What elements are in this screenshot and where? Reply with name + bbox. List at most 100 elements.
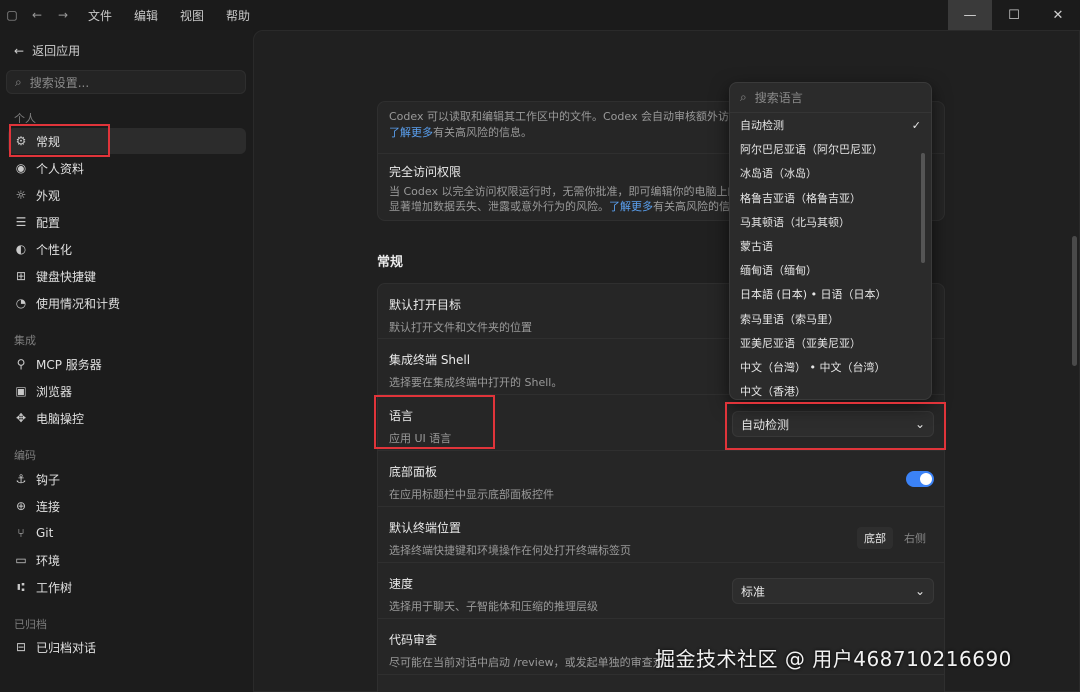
speed-select[interactable]: 标准 ⌄ (732, 578, 934, 604)
archive-icon: ⊟ (15, 640, 27, 654)
chevron-down-icon: ⌄ (914, 584, 925, 598)
language-option[interactable]: 自动检测 ✓ (730, 113, 931, 137)
language-option[interactable]: 格鲁吉亚语（格鲁吉亚） (730, 186, 931, 210)
forward-arrow-icon[interactable]: → (50, 0, 76, 30)
language-option[interactable]: 索马里语（索马里） (730, 307, 931, 331)
bottom-panel-toggle[interactable] (906, 471, 934, 487)
back-label: 返回应用 (32, 44, 81, 58)
sidebar-item-label: 电脑操控 (36, 411, 85, 426)
search-icon: ⌕ (740, 90, 747, 104)
section-archived: 已归档 (14, 618, 47, 631)
learn-more-link[interactable]: 了解更多 (389, 126, 433, 139)
plug-icon: ⚲ (16, 357, 26, 371)
section-general-title: 常规 (377, 255, 404, 270)
sidebar-item-label: 个性化 (36, 242, 73, 257)
main-scrollbar[interactable] (1072, 236, 1077, 366)
globe-icon: ⊕ (15, 499, 27, 513)
language-option[interactable]: 马其顿语（北马其顿） (730, 210, 931, 234)
sidebar-item-connections[interactable]: ⊕ 连接 (8, 493, 246, 519)
sidebar-item-label: 钩子 (36, 472, 61, 487)
setting-title: 底部面板 (389, 465, 438, 479)
language-option[interactable]: 冰岛语（冰岛） (730, 161, 931, 185)
sidebar-item-mcp[interactable]: ⚲ MCP 服务器 (8, 351, 246, 377)
search-placeholder: 搜索设置... (29, 75, 90, 90)
cursor-icon: ✥ (15, 411, 27, 425)
sidebar-item-label: Git (36, 526, 54, 540)
keyboard-icon: ⊞ (15, 269, 27, 283)
language-option[interactable]: 缅甸语（缅甸） (730, 258, 931, 282)
person-icon: ◉ (15, 161, 27, 175)
sidebar-item-general[interactable]: ⚙ 常规 (8, 128, 246, 154)
check-icon: ✓ (911, 118, 921, 132)
sidebar-item-browser[interactable]: ▣ 浏览器 (8, 378, 246, 404)
window-controls: — ☐ ✕ (948, 0, 1080, 30)
sidebar-item-computer-use[interactable]: ✥ 电脑操控 (8, 405, 246, 431)
language-option[interactable]: 蒙古语 (730, 234, 931, 258)
speed-select-value: 标准 (741, 584, 766, 599)
menu-view[interactable]: 视图 (180, 7, 204, 24)
sidebar-item-label: 外观 (36, 188, 61, 203)
maximize-icon[interactable]: ☐ (992, 0, 1036, 30)
title-bar: ▢ ← → 文件 编辑 视图 帮助 — ☐ ✕ (0, 0, 1080, 30)
sidebar-item-label: 连接 (36, 499, 61, 514)
option-right[interactable]: 右侧 (897, 527, 933, 549)
settings-panel: Codex 可以读取和编辑其工作区中的文件。Codex 会自动审核额外访问 了解… (253, 30, 1080, 692)
section-personal: 个人 (14, 112, 36, 125)
language-option[interactable]: 亚美尼亚语（亚美尼亚） (730, 331, 931, 355)
sidebar-item-environment[interactable]: ▭ 环境 (8, 547, 246, 573)
sidebar-item-shortcuts[interactable]: ⊞ 键盘快捷键 (8, 263, 246, 289)
close-icon[interactable]: ✕ (1036, 0, 1080, 30)
setting-desc: 在应用标题栏中显示底部面板控件 (389, 488, 554, 501)
menu-help[interactable]: 帮助 (226, 7, 250, 24)
learn-more-link[interactable]: 了解更多 (609, 200, 653, 213)
menu-edit[interactable]: 编辑 (134, 7, 158, 24)
terminal-icon: ▭ (15, 553, 27, 567)
language-option[interactable]: 阿尔巴尼亚语（阿尔巴尼亚） (730, 137, 931, 161)
sidebar-item-archived-chats[interactable]: ⊟ 已归档对话 (8, 634, 246, 660)
back-to-app-link[interactable]: ← 返回应用 (14, 42, 80, 59)
language-option[interactable]: 中文（台灣） • 中文（台湾） (730, 355, 931, 379)
language-select[interactable]: 自动检测 ⌄ (732, 411, 934, 437)
git-icon: ⑂ (17, 526, 25, 540)
tree-icon: ⑆ (17, 580, 25, 594)
main-content: Codex 可以读取和编辑其工作区中的文件。Codex 会自动审核额外访问 了解… (253, 30, 1080, 692)
palette-icon: ◐ (15, 242, 27, 256)
terminal-position-segmented: 底部 右侧 (857, 527, 933, 549)
chevron-down-icon: ⌄ (914, 417, 925, 431)
sidebar-toggle-icon[interactable]: ▢ (0, 0, 24, 30)
sidebar-item-label: 工作树 (36, 580, 73, 595)
sidebar-item-label: 键盘快捷键 (36, 269, 97, 284)
sidebar-item-git[interactable]: ⑂ Git (8, 520, 246, 546)
gear-icon: ⚙ (15, 134, 27, 148)
language-select-value: 自动检测 (741, 417, 790, 432)
sidebar-item-label: 个人资料 (36, 161, 85, 176)
sidebar-item-label: 浏览器 (36, 384, 73, 399)
watermark: 掘金技术社区 @ 用户4687102166​90 (655, 647, 1012, 671)
sidebar-item-hooks[interactable]: ⚓ 钩子 (8, 466, 246, 492)
sidebar-item-label: 配置 (36, 215, 61, 230)
back-arrow-icon[interactable]: ← (24, 0, 50, 30)
menu-file[interactable]: 文件 (88, 7, 112, 24)
sidebar-item-config[interactable]: ☰ 配置 (8, 209, 246, 235)
sidebar-item-appearance[interactable]: ☼ 外观 (8, 182, 246, 208)
dropdown-scrollbar[interactable] (921, 153, 925, 263)
language-option[interactable]: 中文（香港） (730, 379, 931, 399)
settings-search-input[interactable]: ⌕ 搜索设置... (6, 70, 246, 94)
anchor-icon: ⚓ (15, 472, 27, 486)
sidebar-item-label: 使用情况和计费 (36, 296, 121, 311)
sidebar-item-label: MCP 服务器 (36, 357, 102, 372)
sidebar-item-profile[interactable]: ◉ 个人资料 (8, 155, 246, 181)
sidebar-item-label: 环境 (36, 553, 61, 568)
language-option[interactable]: 日本語 (日本) • 日语（日本） (730, 282, 931, 306)
gauge-icon: ◔ (15, 296, 27, 310)
sidebar-item-worktree[interactable]: ⑆ 工作树 (8, 574, 246, 600)
option-bottom[interactable]: 底部 (857, 527, 893, 549)
search-icon: ⌕ (15, 74, 22, 89)
minimize-icon[interactable]: — (948, 0, 992, 30)
sidebar-item-personalization[interactable]: ◐ 个性化 (8, 236, 246, 262)
section-coding: 编码 (14, 449, 36, 462)
settings-window: ▢ ← → 文件 编辑 视图 帮助 — ☐ ✕ ← 返回应用 ⌕ 搜索设置...… (0, 0, 1080, 692)
language-search-input[interactable]: ⌕ 搜索语言 (730, 83, 931, 113)
sidebar-item-usage[interactable]: ◔ 使用情况和计费 (8, 290, 246, 316)
sun-icon: ☼ (15, 188, 27, 202)
